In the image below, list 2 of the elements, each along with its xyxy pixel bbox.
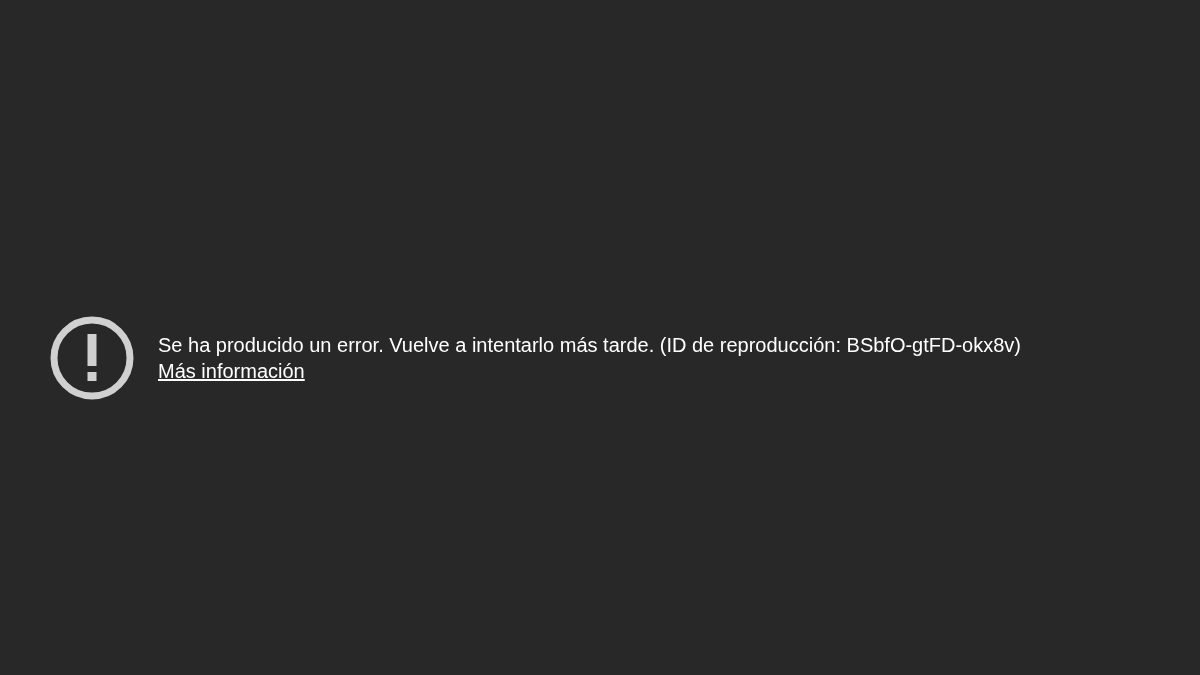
error-message: Se ha producido un error. Vuelve a intentarlo más tarde. (ID de reproducción: BSbfO-gtFD-okx8v) [158,332,1022,358]
more-info-link[interactable]: Más información [158,357,305,384]
